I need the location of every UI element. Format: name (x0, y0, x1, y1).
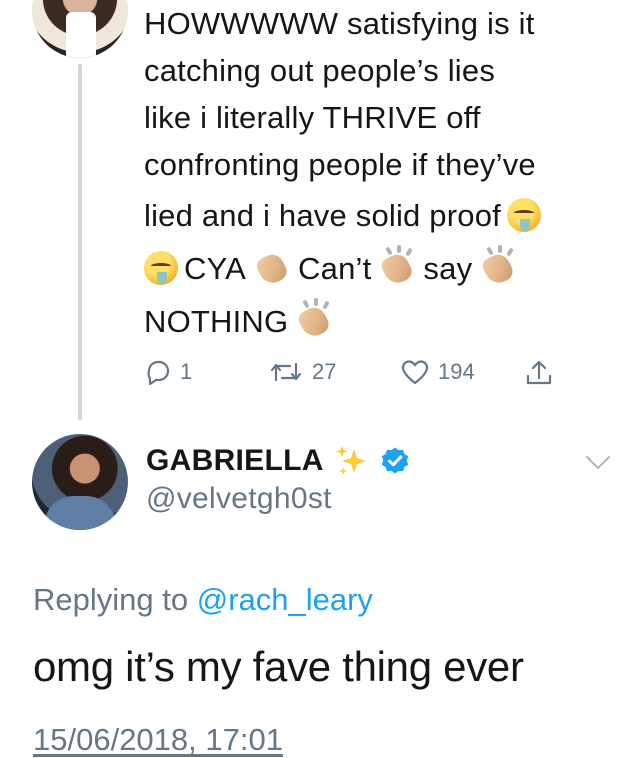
tweet-line: HOWWWWW satisfying is it (144, 6, 535, 41)
share-icon (526, 360, 552, 385)
reply-author-name-row: GABRIELLA (146, 441, 410, 481)
reply-tweet-text: omg it’s my fave thing ever (33, 643, 524, 690)
tweet-action-bar: 1 27 194 (144, 358, 574, 390)
tweet-line: lied and i have solid proof (144, 192, 614, 239)
tweet-word: CYA (184, 251, 247, 286)
reply-icon (147, 360, 170, 386)
replying-to-line: Replying to @rach_leary (33, 582, 373, 618)
thread-connector-line (78, 64, 82, 420)
relieved-face-icon (506, 198, 541, 232)
tweet-word: Can’t (298, 251, 372, 286)
tweet-word: say (423, 251, 473, 286)
clapping-hands-icon (478, 245, 518, 288)
tweet-timestamp[interactable]: 15/06/2018, 17:01 (33, 722, 283, 758)
tweet-line: like i literally THRIVE off (144, 100, 481, 135)
retweet-icon (270, 362, 302, 382)
tweet-line-text: lied and i have solid proof (144, 198, 501, 233)
reply-author-avatar[interactable] (32, 434, 128, 530)
relieved-face-icon (144, 251, 178, 285)
tweet-line: catching out people’s lies (144, 53, 496, 88)
display-name[interactable]: GABRIELLA (146, 444, 324, 478)
sparkles-icon (336, 446, 366, 475)
replying-prefix: Replying to (33, 582, 189, 617)
retweet-count: 27 (312, 359, 337, 384)
user-handle[interactable]: @velvetgh0st (146, 482, 332, 516)
retweet-button[interactable]: 27 (268, 358, 336, 386)
clapping-hands-icon (252, 249, 292, 288)
parent-author-avatar[interactable] (32, 0, 128, 58)
tweet-line: NOTHING (144, 298, 614, 345)
chevron-down-icon[interactable] (584, 452, 612, 472)
tweet-word: NOTHING (144, 304, 289, 339)
parent-tweet-text: HOWWWWW satisfying is it catching out pe… (144, 0, 614, 345)
clapping-hands-icon (294, 298, 334, 341)
reply-count: 1 (180, 359, 193, 384)
tweet-line: confronting people if they’ve (144, 147, 536, 182)
tweet-line: CYA Can’t say (144, 245, 614, 292)
verified-badge-icon (381, 447, 408, 474)
clapping-hands-icon (377, 245, 417, 288)
replying-mention-link[interactable]: @rach_leary (197, 582, 373, 617)
like-count: 194 (438, 359, 475, 384)
share-button[interactable] (524, 358, 554, 388)
like-button[interactable]: 194 (400, 358, 475, 386)
heart-icon (401, 360, 429, 385)
reply-button[interactable]: 1 (144, 358, 192, 386)
